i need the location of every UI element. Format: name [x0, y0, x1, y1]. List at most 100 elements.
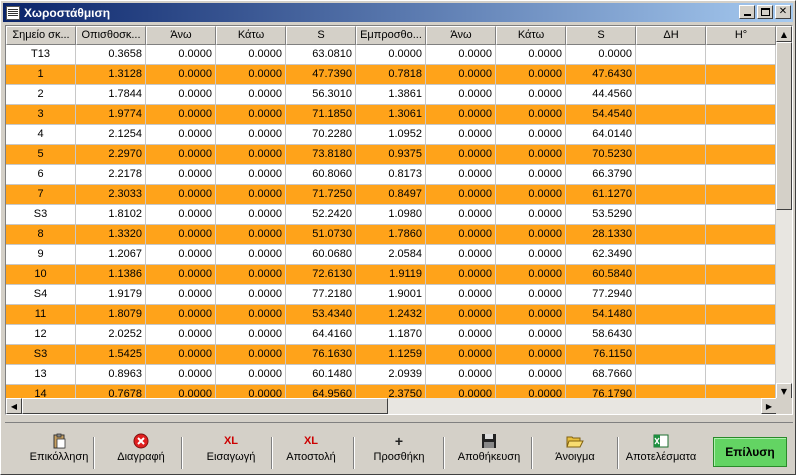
table-cell[interactable]: 51.0730 — [286, 225, 356, 245]
table-cell[interactable]: 60.0680 — [286, 245, 356, 265]
vertical-scrollbar[interactable]: ▲ ▼ — [776, 26, 792, 399]
column-header[interactable]: S — [286, 26, 356, 45]
table-row[interactable]: 3 1.9774 0.0000 0.0000 71.1850 1.3061 0.0000 0.… — [6, 105, 776, 125]
table-cell[interactable]: 53.4340 — [286, 305, 356, 325]
table-cell[interactable]: 52.2420 — [286, 205, 356, 225]
table-cell[interactable] — [706, 125, 776, 145]
table-cell[interactable]: 0.0000 — [496, 245, 566, 265]
table-cell[interactable]: 1.9001 — [356, 285, 426, 305]
table-cell[interactable]: 68.7660 — [566, 365, 636, 385]
table-cell[interactable]: 0.0000 — [496, 325, 566, 345]
table-cell[interactable]: 11 — [6, 305, 76, 325]
table-cell[interactable]: 2 — [6, 85, 76, 105]
table-cell[interactable] — [636, 225, 706, 245]
table-cell[interactable]: 0.0000 — [146, 305, 216, 325]
column-header[interactable]: Η° — [706, 26, 776, 45]
table-row[interactable]: 7 2.3033 0.0000 0.0000 71.7250 0.8497 0.0000 0.… — [6, 185, 776, 205]
table-cell[interactable]: T13 — [6, 45, 76, 65]
table-cell[interactable]: 1.8079 — [76, 305, 146, 325]
table-cell[interactable]: 0.0000 — [146, 345, 216, 365]
table-cell[interactable] — [706, 285, 776, 305]
table-cell[interactable]: 64.0140 — [566, 125, 636, 145]
table-row[interactable]: 8 1.3320 0.0000 0.0000 51.0730 1.7860 0.0000 0.… — [6, 225, 776, 245]
table-cell[interactable]: 0.0000 — [146, 205, 216, 225]
table-cell[interactable]: 70.2280 — [286, 125, 356, 145]
table-cell[interactable]: 0.0000 — [426, 45, 496, 65]
table-cell[interactable] — [706, 85, 776, 105]
table-cell[interactable]: 0.0000 — [216, 265, 286, 285]
table-cell[interactable]: 54.1480 — [566, 305, 636, 325]
table-cell[interactable]: 1.1870 — [356, 325, 426, 345]
table-cell[interactable]: 6 — [6, 165, 76, 185]
title-bar[interactable]: Χωροστάθμιση ✕ — [3, 3, 793, 22]
table-cell[interactable]: 64.4160 — [286, 325, 356, 345]
table-cell[interactable]: 1.2067 — [76, 245, 146, 265]
table-cell[interactable]: 9 — [6, 245, 76, 265]
table-cell[interactable]: 0.0000 — [216, 45, 286, 65]
table-cell[interactable]: 0.0000 — [216, 365, 286, 385]
table-cell[interactable]: 0.0000 — [496, 265, 566, 285]
table-cell[interactable]: 1.1259 — [356, 345, 426, 365]
table-cell[interactable]: 72.6130 — [286, 265, 356, 285]
column-header[interactable]: Κάτω — [496, 26, 566, 45]
table-cell[interactable]: 1.3861 — [356, 85, 426, 105]
table-cell[interactable] — [706, 65, 776, 85]
table-cell[interactable]: 0.0000 — [496, 205, 566, 225]
table-cell[interactable]: 1.2432 — [356, 305, 426, 325]
table-cell[interactable]: 8 — [6, 225, 76, 245]
table-cell[interactable]: 0.0000 — [146, 265, 216, 285]
table-cell[interactable]: 0.9375 — [356, 145, 426, 165]
table-cell[interactable]: 0.0000 — [426, 105, 496, 125]
table-cell[interactable]: 44.4560 — [566, 85, 636, 105]
table-cell[interactable]: 1.0952 — [356, 125, 426, 145]
table-cell[interactable] — [636, 345, 706, 365]
table-cell[interactable]: 77.2940 — [566, 285, 636, 305]
table-cell[interactable]: 0.0000 — [216, 205, 286, 225]
add-button[interactable]: + Προσθήκη — [359, 433, 439, 471]
table-cell[interactable]: 0.0000 — [146, 245, 216, 265]
horizontal-scrollbar[interactable]: ◀ ▶ — [6, 398, 777, 414]
table-cell[interactable]: 0.0000 — [216, 65, 286, 85]
table-cell[interactable]: 1.1386 — [76, 265, 146, 285]
table-cell[interactable]: 71.1850 — [286, 105, 356, 125]
table-cell[interactable] — [636, 305, 706, 325]
table-cell[interactable]: 0.8963 — [76, 365, 146, 385]
table-cell[interactable]: 0.7818 — [356, 65, 426, 85]
minimize-button[interactable] — [739, 5, 755, 19]
table-cell[interactable]: 0.0000 — [426, 165, 496, 185]
table-cell[interactable] — [636, 365, 706, 385]
table-cell[interactable]: 76.1630 — [286, 345, 356, 365]
table-cell[interactable]: 60.8060 — [286, 165, 356, 185]
table-cell[interactable]: 0.0000 — [216, 345, 286, 365]
table-cell[interactable] — [636, 165, 706, 185]
table-cell[interactable]: 0.0000 — [146, 85, 216, 105]
table-cell[interactable]: 1.9774 — [76, 105, 146, 125]
table-cell[interactable]: 0.0000 — [426, 185, 496, 205]
table-cell[interactable]: 1.3061 — [356, 105, 426, 125]
table-cell[interactable]: 76.1150 — [566, 345, 636, 365]
table-cell[interactable] — [636, 105, 706, 125]
table-cell[interactable] — [636, 65, 706, 85]
table-cell[interactable]: 0.0000 — [496, 165, 566, 185]
table-cell[interactable]: 12 — [6, 325, 76, 345]
scroll-up-button[interactable]: ▲ — [776, 26, 792, 42]
table-cell[interactable]: 0.0000 — [426, 365, 496, 385]
table-cell[interactable]: 0.0000 — [146, 145, 216, 165]
table-row[interactable]: 11 1.8079 0.0000 0.0000 53.4340 1.2432 0.0000 0… — [6, 305, 776, 325]
table-cell[interactable]: 1.7844 — [76, 85, 146, 105]
table-cell[interactable]: 1.7860 — [356, 225, 426, 245]
table-cell[interactable]: 0.0000 — [496, 285, 566, 305]
table-cell[interactable]: 63.0810 — [286, 45, 356, 65]
table-cell[interactable] — [636, 205, 706, 225]
table-cell[interactable] — [636, 325, 706, 345]
table-cell[interactable] — [636, 145, 706, 165]
table-cell[interactable] — [636, 85, 706, 105]
table-cell[interactable]: 73.8180 — [286, 145, 356, 165]
table-cell[interactable]: 1 — [6, 65, 76, 85]
table-cell[interactable]: 0.8173 — [356, 165, 426, 185]
table-cell[interactable]: 60.5840 — [566, 265, 636, 285]
table-cell[interactable] — [706, 325, 776, 345]
table-cell[interactable]: 0.0000 — [356, 45, 426, 65]
table-cell[interactable] — [706, 145, 776, 165]
table-cell[interactable]: 0.0000 — [216, 125, 286, 145]
